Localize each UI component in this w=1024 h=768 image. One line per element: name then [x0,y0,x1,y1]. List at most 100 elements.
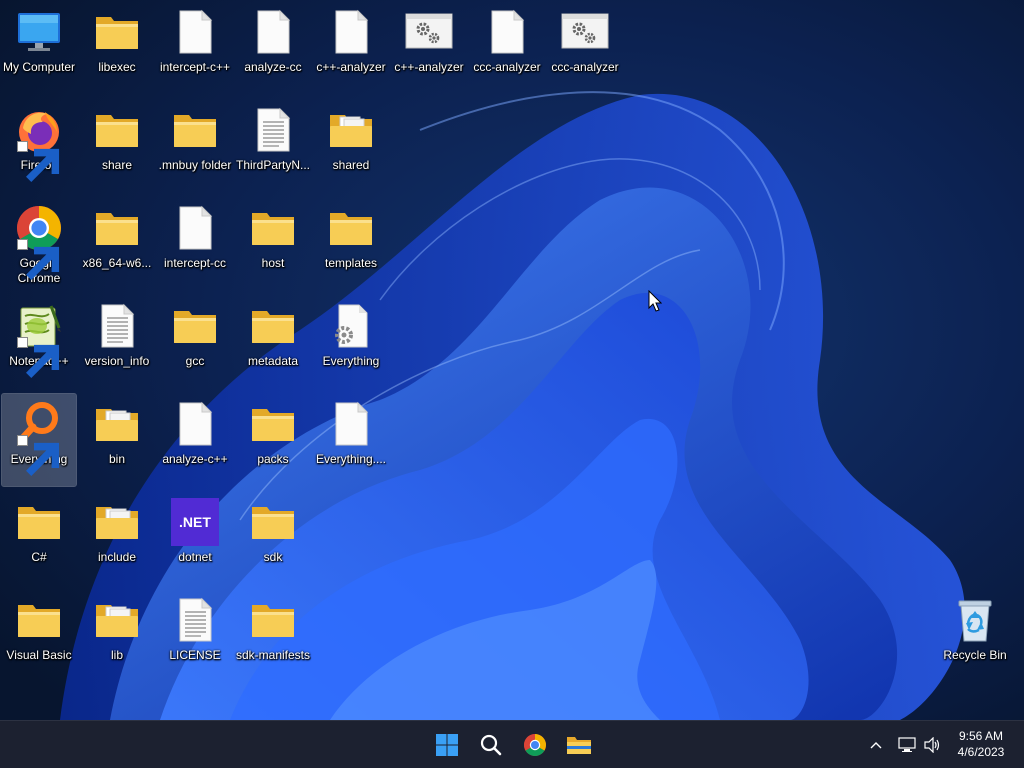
desktop-icon-analyze-cc[interactable]: analyze-cc [236,2,310,94]
volume-button[interactable] [922,733,944,757]
desktop-icon-metadata[interactable]: metadata [236,296,310,388]
desktop-icon-share[interactable]: share [80,100,154,192]
desktop-icon-mnbuy-folder[interactable]: .mnbuy folder [158,100,232,192]
network-button[interactable] [896,733,918,757]
file-icon [171,204,219,252]
desktop-icon-sdk[interactable]: sdk [236,492,310,584]
desktop-icon-c-analyzer[interactable]: c++-analyzer [314,2,388,94]
desktop-icon-label: sdk [263,550,283,564]
chrome-icon [524,734,546,756]
dotnet-badge-text: .NET [179,514,211,530]
desktop-icon-label: templates [324,256,378,270]
desktop-icon-gcc[interactable]: gcc [158,296,232,388]
file-icon [249,8,297,56]
computer-icon [15,8,63,56]
desktop-icon-notepad[interactable]: Notepad++ [2,296,76,388]
desktop-icon-ccc-analyzer[interactable]: ccc-analyzer [470,2,544,94]
desktop-icon-visual-basic[interactable]: Visual Basic [2,590,76,682]
desktop-icon-label: shared [332,158,370,172]
application-icon [561,8,609,56]
recycle-bin-icon [951,596,999,644]
desktop-icon-bin[interactable]: bin [80,394,154,486]
desktop-icon-recycle-bin[interactable]: Recycle Bin [938,590,1012,682]
desktop-icon-c-analyzer[interactable]: c++-analyzer [392,2,466,94]
desktop-icon-my-computer[interactable]: My Computer [2,2,76,94]
folder-icon [327,204,375,252]
desktop-icon-label: ccc-analyzer [473,60,541,74]
desktop-icon-analyze-c[interactable]: analyze-c++ [158,394,232,486]
desktop-icon-ccc-analyzer[interactable]: ccc-analyzer [548,2,622,94]
folder-icon [327,106,375,154]
network-icon [898,737,916,752]
desktop-icon-libexec[interactable]: libexec [80,2,154,94]
text-file-icon [93,302,141,350]
desktop-icon-packs[interactable]: packs [236,394,310,486]
desktop-icon-shared[interactable]: shared [314,100,388,192]
taskbar-search-button[interactable] [473,727,509,763]
folder-icon [93,596,141,644]
desktop-icon-everything[interactable]: Everything [1,393,77,487]
folder-icon [249,596,297,644]
folder-icon [249,498,297,546]
desktop-icon-intercept-cc[interactable]: intercept-cc [158,198,232,290]
windows-start-icon [436,734,458,756]
desktop-icon-intercept-c[interactable]: intercept-c++ [158,2,232,94]
desktop-icon-label: libexec [98,60,136,74]
settings-file-icon [327,302,375,350]
desktop-icon-templates[interactable]: templates [314,198,388,290]
application-icon [405,8,453,56]
desktop-icon-label: ccc-analyzer [551,60,619,74]
desktop-icon-label: gcc [185,354,205,368]
folder-icon [171,302,219,350]
chevron-up-icon [870,742,882,749]
desktop-icon-dotnet[interactable]: .NET dotnet [158,492,232,584]
desktop-icon-label: lib [110,648,123,662]
folder-icon [15,596,63,644]
start-button[interactable] [429,727,465,763]
desktop-icon-everything[interactable]: Everything.... [314,394,388,486]
desktop-icon-label: sdk-manifests [235,648,311,662]
folder-icon [249,302,297,350]
desktop-icon-x86-64-w6[interactable]: x86_64-w6... [80,198,154,290]
shortcut-arrow-icon [17,435,60,476]
desktop-icon-label: analyze-c++ [162,452,228,466]
desktop-icon-label: x86_64-w6... [82,256,152,270]
desktop-icon-label: LICENSE [169,648,221,662]
taskbar-chrome-button[interactable] [517,727,553,763]
desktop-icon-c[interactable]: C# [2,492,76,584]
desktop-icon-label: .mnbuy folder [158,158,232,172]
desktop-icon-label: analyze-cc [244,60,302,74]
desktop-icon-host[interactable]: host [236,198,310,290]
desktop-icon-license[interactable]: LICENSE [158,590,232,682]
clock-time: 9:56 AM [958,729,1004,743]
file-icon [327,400,375,448]
clock[interactable]: 9:56 AM 4/6/2023 [946,728,1016,760]
shortcut-arrow-icon [17,337,60,378]
desktop-icon-label: bin [108,452,125,466]
desktop-icon-label: c++-analyzer [394,60,464,74]
desktop-icon-label: intercept-cc [163,256,227,270]
taskbar: 9:56 AM 4/6/2023 [0,720,1024,768]
everything-search-icon [15,400,63,476]
desktop-icon-label: share [101,158,133,172]
desktop-icon-sdk-manifests[interactable]: sdk-manifests [236,590,310,682]
desktop-icon-lib[interactable]: lib [80,590,154,682]
search-icon [480,734,502,756]
folder-icon [93,8,141,56]
desktop-icon-version-info[interactable]: version_info [80,296,154,388]
show-hidden-icons-button[interactable] [864,733,888,757]
folder-icon [171,106,219,154]
taskbar-file-explorer-button[interactable] [561,727,597,763]
file-icon [483,8,531,56]
desktop-icon-thirdpartyn[interactable]: ThirdPartyN... [236,100,310,192]
file-icon [327,8,375,56]
notepad-plus-plus-icon [15,302,63,378]
file-icon [171,400,219,448]
desktop-icon-firefox[interactable]: Firefox [2,100,76,192]
desktop-icon-google-chrome[interactable]: Google Chrome [2,198,76,290]
desktop-icon-everything[interactable]: Everything [314,296,388,388]
desktop-icon-label: dotnet [178,550,212,564]
folder-icon [249,204,297,252]
desktop-icon-include[interactable]: include [80,492,154,584]
desktop-icon-label: include [97,550,137,564]
